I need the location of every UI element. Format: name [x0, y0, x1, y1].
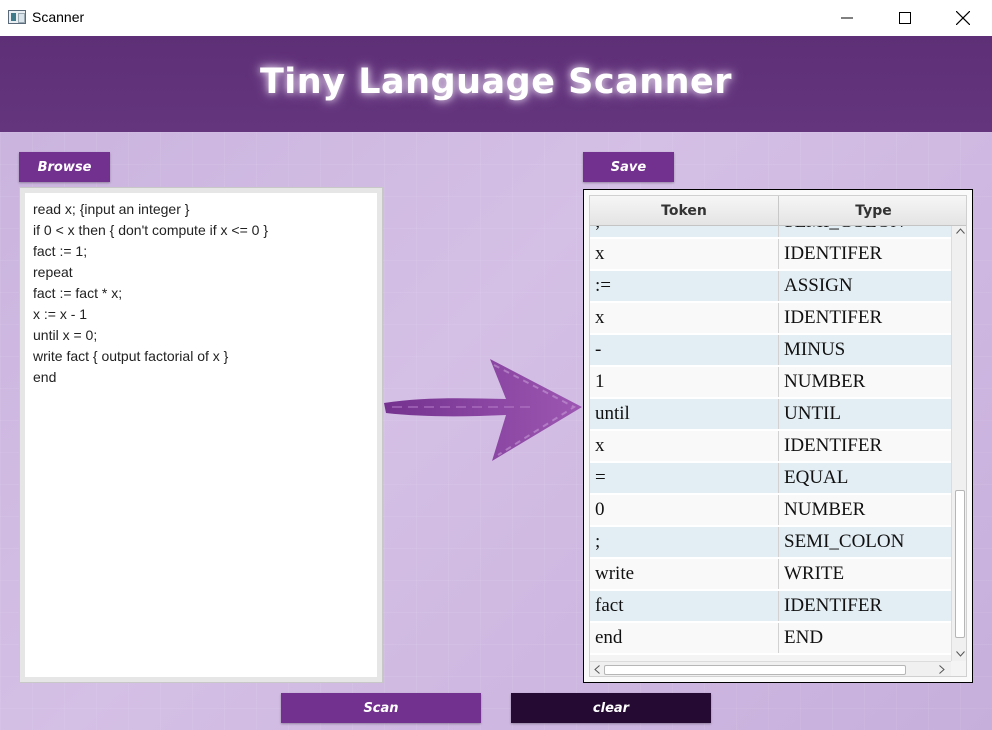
- token-cell: x: [590, 303, 779, 333]
- horizontal-scrollbar[interactable]: [590, 661, 951, 676]
- close-icon: [956, 11, 970, 25]
- app-icon: [8, 10, 26, 24]
- save-button[interactable]: Save: [583, 152, 674, 182]
- token-cell: 0: [590, 495, 779, 525]
- column-header-type[interactable]: Type: [779, 196, 966, 226]
- horizontal-scroll-thumb[interactable]: [604, 665, 906, 675]
- vertical-scroll-thumb[interactable]: [955, 490, 965, 638]
- scan-button[interactable]: Scan: [281, 693, 481, 723]
- scroll-corner: [951, 661, 966, 676]
- table-row[interactable]: x IDENTIFER: [590, 303, 951, 335]
- vertical-scrollbar[interactable]: [951, 226, 966, 661]
- table-row[interactable]: until UNTIL: [590, 399, 951, 431]
- page-title: Tiny Language Scanner: [259, 62, 733, 102]
- table-header: Token Type: [590, 196, 966, 226]
- token-cell: =: [590, 463, 779, 493]
- table-row[interactable]: ;SEMI_COLON: [590, 226, 951, 239]
- source-editor-frame: read x; {input an integer } if 0 < x the…: [19, 187, 383, 683]
- table-row[interactable]: ;SEMI_COLON: [590, 527, 951, 559]
- type-cell: MINUS: [784, 339, 846, 360]
- token-cell: end: [590, 623, 779, 653]
- main-content: Tiny Language Scanner Browse Save read x…: [0, 36, 992, 730]
- token-cell: x: [590, 239, 779, 269]
- table-row[interactable]: 0 NUMBER: [590, 495, 951, 527]
- token-cell: until: [590, 399, 779, 429]
- token-cell: 1: [590, 367, 779, 397]
- maximize-icon: [899, 12, 911, 24]
- minimize-button[interactable]: [818, 0, 876, 36]
- minimize-icon: [841, 17, 853, 19]
- type-cell: WRITE: [784, 563, 845, 584]
- column-header-token[interactable]: Token: [590, 196, 779, 226]
- token-cell: write: [590, 559, 779, 589]
- type-cell: IDENTIFER: [784, 307, 883, 328]
- table-rows: ;SEMI_COLONxIDENTIFER:=ASSIGNxIDENTIFER-…: [590, 226, 951, 655]
- table-row[interactable]: = EQUAL: [590, 463, 951, 495]
- type-cell: NUMBER: [784, 371, 866, 392]
- close-button[interactable]: [934, 0, 992, 36]
- token-cell: fact: [590, 591, 779, 621]
- table-row[interactable]: fact IDENTIFER: [590, 591, 951, 623]
- type-cell: SEMI_COLON: [784, 531, 905, 552]
- type-cell: EQUAL: [784, 467, 849, 488]
- table-body: ;SEMI_COLONxIDENTIFER:=ASSIGNxIDENTIFER-…: [590, 226, 951, 661]
- token-cell: -: [590, 335, 779, 365]
- maximize-button[interactable]: [876, 0, 934, 36]
- scroll-left-icon[interactable]: [594, 665, 600, 674]
- window-title: Scanner: [32, 9, 85, 25]
- header-band: Tiny Language Scanner: [0, 36, 992, 132]
- scroll-up-icon[interactable]: [956, 228, 965, 234]
- type-cell: ASSIGN: [784, 275, 853, 296]
- token-table: Token Type ;SEMI_COLONxIDENTIFER:=ASSIGN…: [589, 195, 967, 677]
- window-titlebar: Scanner: [0, 0, 992, 36]
- scroll-down-icon[interactable]: [956, 651, 965, 657]
- table-row[interactable]: 1 NUMBER: [590, 367, 951, 399]
- right-arrow-icon: [384, 359, 582, 461]
- token-cell: :=: [590, 271, 779, 301]
- clear-button[interactable]: clear: [511, 693, 711, 723]
- token-cell: ;: [590, 527, 779, 557]
- source-code-textarea[interactable]: read x; {input an integer } if 0 < x the…: [25, 193, 377, 677]
- token-cell: x: [590, 431, 779, 461]
- table-row[interactable]: x IDENTIFER: [590, 431, 951, 463]
- table-row[interactable]: end END: [590, 623, 951, 655]
- table-row[interactable]: x IDENTIFER: [590, 239, 951, 271]
- type-cell: NUMBER: [784, 499, 866, 520]
- table-row[interactable]: := ASSIGN: [590, 271, 951, 303]
- scroll-right-icon[interactable]: [939, 665, 945, 674]
- type-cell: SEMI_COLON: [779, 226, 951, 237]
- table-row[interactable]: write WRITE: [590, 559, 951, 591]
- type-cell: IDENTIFER: [784, 595, 883, 616]
- type-cell: UNTIL: [784, 403, 841, 424]
- type-cell: IDENTIFER: [784, 435, 883, 456]
- token-table-frame: Token Type ;SEMI_COLONxIDENTIFER:=ASSIGN…: [583, 189, 973, 683]
- type-cell: IDENTIFER: [784, 243, 883, 264]
- type-cell: END: [784, 627, 824, 648]
- table-row[interactable]: - MINUS: [590, 335, 951, 367]
- token-cell: ;: [590, 226, 779, 237]
- browse-button[interactable]: Browse: [19, 152, 110, 182]
